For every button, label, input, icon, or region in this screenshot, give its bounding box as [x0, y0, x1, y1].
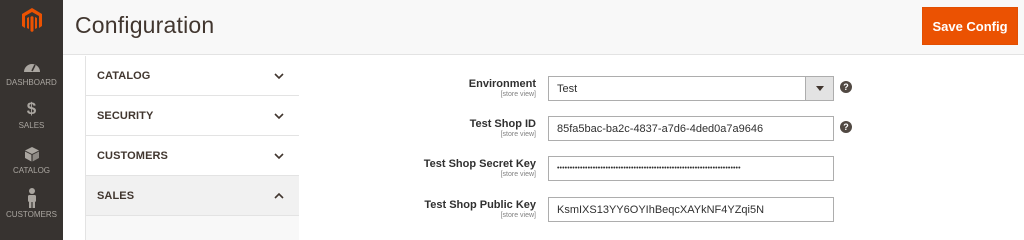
nav-sales[interactable]: $ SALES [0, 99, 63, 143]
secret-key-scope: [store view] [500, 171, 536, 178]
public-key-input[interactable]: KsmIXS13YY6OYIhBeqcXAYkNF4YZqi5N [548, 197, 834, 222]
nav-dashboard-label: DASHBOARD [6, 78, 57, 87]
environment-label: Environment [468, 78, 536, 90]
environment-scope: [store view] [500, 91, 536, 98]
tab-security[interactable]: SECURITY [86, 96, 299, 136]
help-icon[interactable]: ? [840, 81, 852, 93]
select-arrow-icon[interactable] [805, 77, 833, 100]
secret-key-value: ••••••••••••••••••••••••••••••••••••••••… [557, 165, 741, 172]
shop-id-label: Test Shop ID [469, 118, 536, 130]
secret-key-input[interactable]: ••••••••••••••••••••••••••••••••••••••••… [548, 156, 834, 181]
tab-security-label: SECURITY [97, 109, 154, 122]
tab-catalog-label: CATALOG [97, 69, 151, 82]
shop-id-scope: [store view] [500, 131, 536, 138]
dollar-icon: $ [26, 99, 37, 118]
magento-logo-icon[interactable] [0, 0, 63, 40]
nav-catalog-label: CATALOG [12, 166, 51, 175]
shop-id-input[interactable]: 85fa5bac-ba2c-4837-a7d6-4ded0a7a9646 [548, 116, 834, 141]
save-config-button[interactable]: Save Config [922, 7, 1018, 45]
nav-catalog[interactable]: CATALOG [0, 144, 63, 188]
chevron-down-icon [274, 113, 284, 120]
environment-select[interactable]: Test [548, 76, 834, 101]
help-icon[interactable]: ? [840, 121, 852, 133]
nav-customers-label: CUSTOMERS [6, 210, 57, 219]
config-tabs: CATALOG SECURITY CUSTOMERS SALES [85, 56, 299, 240]
chevron-down-icon [274, 73, 284, 80]
public-key-label: Test Shop Public Key [424, 199, 536, 211]
tab-customers[interactable]: CUSTOMERS [86, 136, 299, 176]
tab-catalog[interactable]: CATALOG [86, 56, 299, 96]
nav-sales-label: SALES [18, 121, 45, 130]
nav-customers[interactable]: CUSTOMERS [0, 188, 63, 232]
tab-sales-label: SALES [97, 189, 135, 202]
tab-sales[interactable]: SALES [86, 176, 299, 216]
chevron-up-icon [274, 192, 284, 199]
page-header: Configuration Save Config [63, 0, 1024, 55]
dashboard-icon [23, 56, 41, 76]
box-icon [24, 144, 40, 164]
nav-dashboard[interactable]: DASHBOARD [0, 56, 63, 100]
person-icon [26, 188, 38, 208]
chevron-down-icon [274, 153, 284, 160]
page-title: Configuration [75, 12, 215, 38]
secret-key-label: Test Shop Secret Key [423, 158, 536, 170]
environment-value: Test [557, 82, 578, 95]
shop-id-value: 85fa5bac-ba2c-4837-a7d6-4ded0a7a9646 [557, 122, 764, 135]
admin-sidebar: DASHBOARD $ SALES CATALOG CUSTOMERS [0, 0, 63, 240]
public-key-scope: [store view] [500, 212, 536, 219]
tab-customers-label: CUSTOMERS [97, 149, 168, 162]
tab-sales-submenu [86, 216, 299, 240]
public-key-value: KsmIXS13YY6OYIhBeqcXAYkNF4YZqi5N [557, 203, 765, 216]
